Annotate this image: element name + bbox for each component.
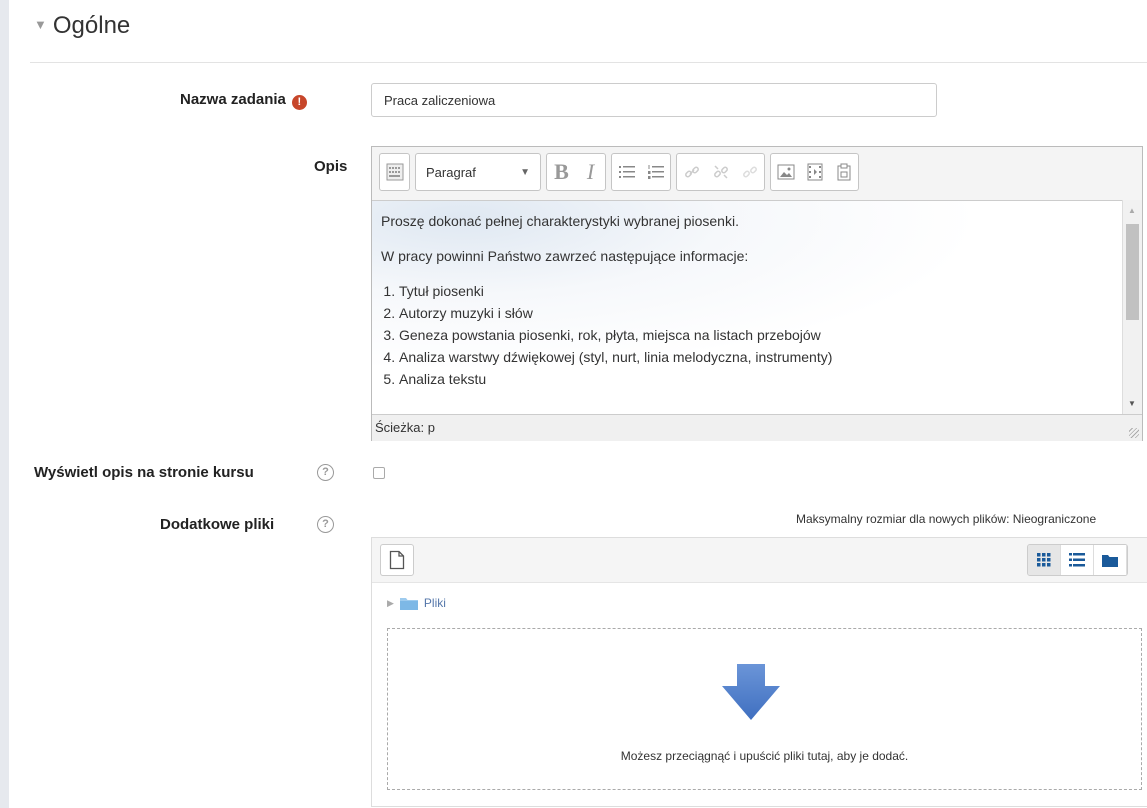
editor-scrollbar[interactable]: ▲ ▼ <box>1122 200 1142 414</box>
description-label: Opis <box>314 158 348 175</box>
toolbar-group-format: Paragraf ▼ <box>415 153 541 191</box>
resize-handle-icon[interactable] <box>1129 428 1139 438</box>
list-item: Tytuł piosenki <box>399 281 1115 303</box>
file-manager-toolbar <box>372 538 1147 583</box>
list-item: Geneza powstania piosenki, rok, płyta, m… <box>399 325 1115 347</box>
add-file-button[interactable] <box>380 544 414 576</box>
clipboard-icon <box>837 163 850 181</box>
collapse-triangle-icon[interactable]: ▼ <box>34 17 47 32</box>
max-file-size-text: Maksymalny rozmiar dla nowych plików: Ni… <box>796 512 1097 526</box>
drop-zone-text: Możesz przeciągnąć i upuścić pliki tutaj… <box>620 749 909 763</box>
toolbar-group-links <box>676 153 765 191</box>
editor-content-area[interactable]: Proszę dokonać pełnej charakterystyki wy… <box>372 200 1124 414</box>
scroll-down-icon[interactable]: ▼ <box>1128 399 1136 408</box>
toolbar-group-media <box>770 153 859 191</box>
rich-text-editor: Paragraf ▼ B I Proszę dokonać pełnej cha… <box>371 146 1143 441</box>
editor-ordered-list: Tytuł piosenki Autorzy muzyki i słów Gen… <box>381 281 1115 391</box>
anchor-link-icon <box>742 166 757 178</box>
bold-button[interactable]: B <box>547 154 576 190</box>
name-field-label-text: Nazwa zadania <box>180 91 286 108</box>
italic-button[interactable]: I <box>576 154 605 190</box>
file-drop-zone[interactable]: Możesz przeciągnąć i upuścić pliki tutaj… <box>387 628 1142 790</box>
name-input[interactable] <box>371 83 937 117</box>
scroll-up-icon[interactable]: ▲ <box>1128 206 1136 215</box>
left-rule <box>0 0 9 808</box>
arrow-down-icon <box>722 664 780 720</box>
link-icon <box>684 166 699 178</box>
link-button[interactable] <box>677 154 706 190</box>
view-icons-button[interactable] <box>1028 545 1061 575</box>
editor-toolbar: Paragraf ▼ B I <box>372 147 1142 199</box>
editor-paragraph: W pracy powinni Państwo zawrzeć następuj… <box>381 248 749 264</box>
folder-icon <box>1102 554 1118 567</box>
list-item: Autorzy muzyki i słów <box>399 303 1115 325</box>
view-list-button[interactable] <box>1061 545 1094 575</box>
numbered-list-icon <box>647 165 664 179</box>
view-tree-button[interactable] <box>1094 545 1127 575</box>
folder-link[interactable]: Pliki <box>424 596 446 610</box>
view-mode-switcher <box>1027 544 1128 576</box>
insert-image-button[interactable] <box>771 154 800 190</box>
section-divider <box>30 62 1147 63</box>
file-path-breadcrumb: ▶ Pliki <box>387 596 446 610</box>
unlink-icon <box>713 165 728 179</box>
folder-icon <box>399 597 418 610</box>
show-description-checkbox[interactable] <box>373 467 385 479</box>
image-icon <box>777 164 794 180</box>
help-icon[interactable]: ? <box>317 464 334 481</box>
new-file-icon <box>389 550 405 570</box>
name-field-label: Nazwa zadania! <box>180 91 307 110</box>
element-path: Ścieżka: p <box>375 420 435 435</box>
scrollbar-thumb[interactable] <box>1126 224 1139 320</box>
show-description-label: Wyświetl opis na stronie kursu <box>34 464 254 481</box>
list-item: Analiza warstwy dźwiękowej (styl, nurt, … <box>399 347 1115 369</box>
toolbar-toggle-button[interactable] <box>380 154 409 190</box>
toolbar-group-style: B I <box>546 153 606 191</box>
film-icon <box>807 163 822 181</box>
required-icon: ! <box>291 95 307 110</box>
grid-view-icon <box>1037 553 1051 567</box>
section-header[interactable]: ▼ Ogólne <box>34 12 130 40</box>
manage-files-button[interactable] <box>829 154 858 190</box>
keyboard-grid-icon <box>386 163 403 181</box>
paragraph-format-select[interactable]: Paragraf ▼ <box>416 154 540 190</box>
toolbar-group-lists <box>611 153 671 191</box>
bullet-list-icon <box>618 166 635 178</box>
list-view-icon <box>1069 553 1085 567</box>
file-manager: ▶ Pliki Możesz przeciągnąć i upuścić pli… <box>371 537 1147 807</box>
insert-media-button[interactable] <box>800 154 829 190</box>
ordered-list-button[interactable] <box>641 154 670 190</box>
toolbar-group-toggle <box>379 153 410 191</box>
chevron-down-icon: ▼ <box>520 166 530 178</box>
extra-files-label: Dodatkowe pliki <box>160 516 275 533</box>
unlink-button[interactable] <box>706 154 735 190</box>
expand-triangle-icon[interactable]: ▶ <box>387 598 394 609</box>
paragraph-format-value: Paragraf <box>426 164 476 180</box>
anchor-button[interactable] <box>735 154 764 190</box>
editor-status-bar: Ścieżka: p <box>372 414 1142 441</box>
editor-paragraph: Proszę dokonać pełnej charakterystyki wy… <box>381 213 739 229</box>
section-title: Ogólne <box>52 12 131 39</box>
list-item: Analiza tekstu <box>399 369 1115 391</box>
unordered-list-button[interactable] <box>612 154 641 190</box>
help-icon[interactable]: ? <box>317 516 334 533</box>
